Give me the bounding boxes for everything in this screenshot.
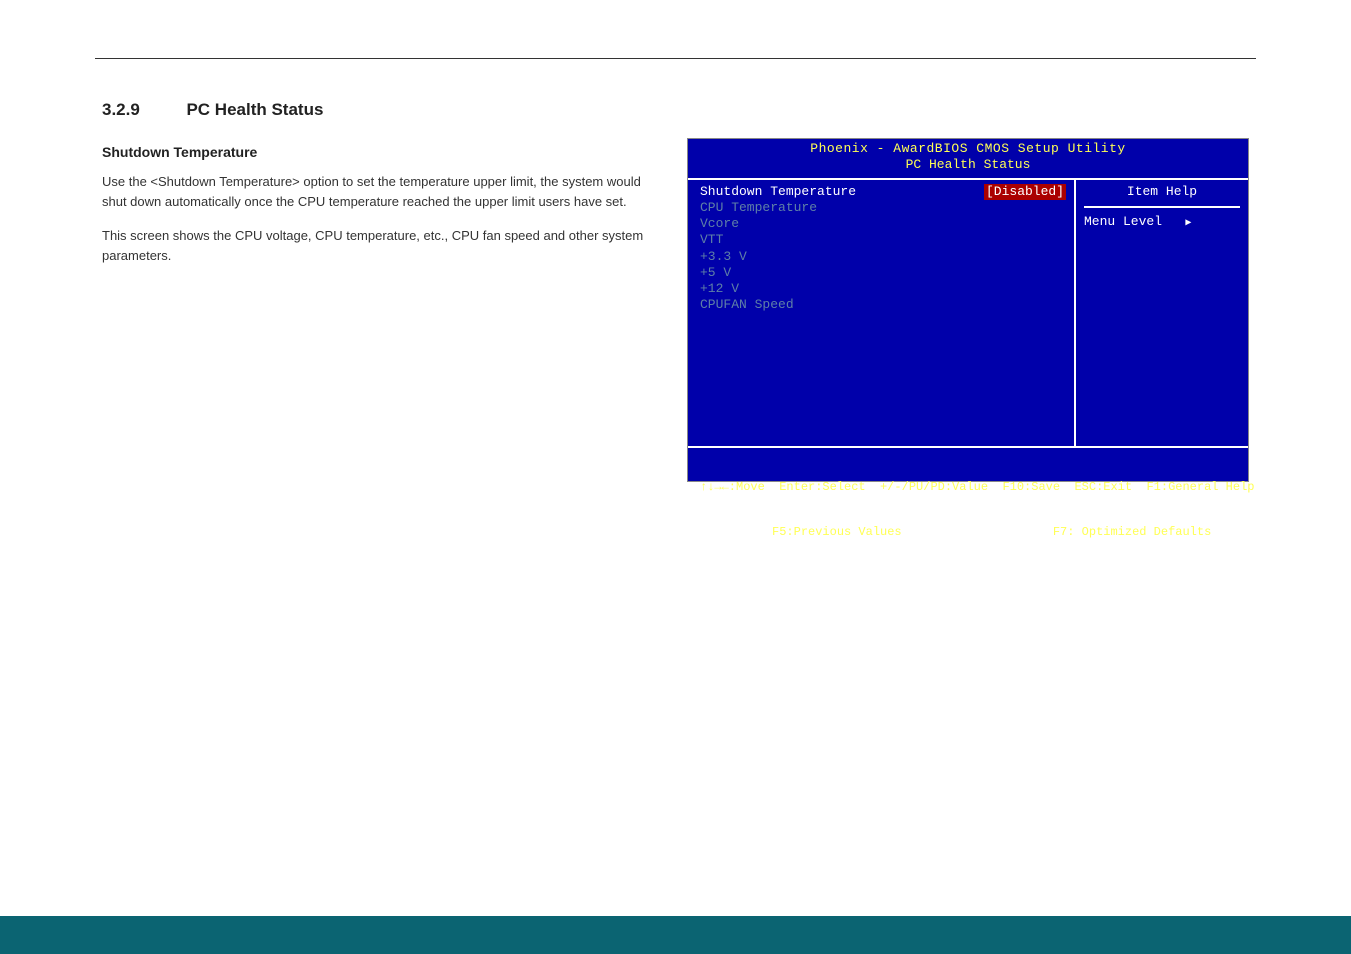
bios-item-cpufan: CPUFAN Speed <box>700 297 1066 313</box>
paragraph-1: Use the <Shutdown Temperature> option to… <box>102 172 669 212</box>
bios-title-line2: PC Health Status <box>688 157 1248 173</box>
bios-right-panel: Item Help Menu Level ▶ <box>1076 180 1248 446</box>
body-row: Shutdown Temperature Use the <Shutdown T… <box>102 138 1249 482</box>
triangle-right-icon: ▶ <box>1185 218 1191 229</box>
bios-item-label: Shutdown Temperature <box>700 184 856 200</box>
bios-item-3v3: +3.3 V <box>700 249 1066 265</box>
bios-left-panel: Shutdown Temperature [Disabled] CPU Temp… <box>688 180 1076 446</box>
bios-main: Shutdown Temperature [Disabled] CPU Temp… <box>688 178 1248 448</box>
bios-item-value: [Disabled] <box>984 184 1066 200</box>
page-top-divider <box>95 58 1256 59</box>
bios-menu-level-label: Menu Level <box>1084 214 1162 229</box>
bios-screenshot: Phoenix - AwardBIOS CMOS Setup Utility P… <box>687 138 1249 482</box>
page-bottom-bar <box>0 916 1351 954</box>
paragraph-2: This screen shows the CPU voltage, CPU t… <box>102 226 669 266</box>
page-content: 3.2.9 PC Health Status Shutdown Temperat… <box>102 100 1249 482</box>
bios-window: Phoenix - AwardBIOS CMOS Setup Utility P… <box>687 138 1249 482</box>
bios-header: Phoenix - AwardBIOS CMOS Setup Utility P… <box>688 139 1248 178</box>
bios-item-12v: +12 V <box>700 281 1066 297</box>
bios-title-line1: Phoenix - AwardBIOS CMOS Setup Utility <box>688 141 1248 157</box>
bios-footer: ↑↓→←:Move Enter:Select +/-/PU/PD:Value F… <box>688 448 1248 574</box>
bios-item-5v: +5 V <box>700 265 1066 281</box>
section-title: PC Health Status <box>186 100 323 119</box>
subheading-shutdown: Shutdown Temperature <box>102 144 669 160</box>
bios-item-help-title: Item Help <box>1084 184 1240 208</box>
bios-footer-line1: ↑↓→←:Move Enter:Select +/-/PU/PD:Value F… <box>700 480 1236 495</box>
bios-item-cpu-temp: CPU Temperature <box>700 200 1066 216</box>
bios-menu-level: Menu Level ▶ <box>1084 214 1240 231</box>
bios-item-vtt: VTT <box>700 232 1066 248</box>
bios-footer-line2: F5:Previous Values F7: Optimized Default… <box>700 525 1236 540</box>
section-number: 3.2.9 <box>102 100 182 120</box>
bios-item-vcore: Vcore <box>700 216 1066 232</box>
bios-item-shutdown-temp[interactable]: Shutdown Temperature [Disabled] <box>700 184 1066 200</box>
text-column: Shutdown Temperature Use the <Shutdown T… <box>102 138 669 482</box>
section-heading: 3.2.9 PC Health Status <box>102 100 1249 120</box>
